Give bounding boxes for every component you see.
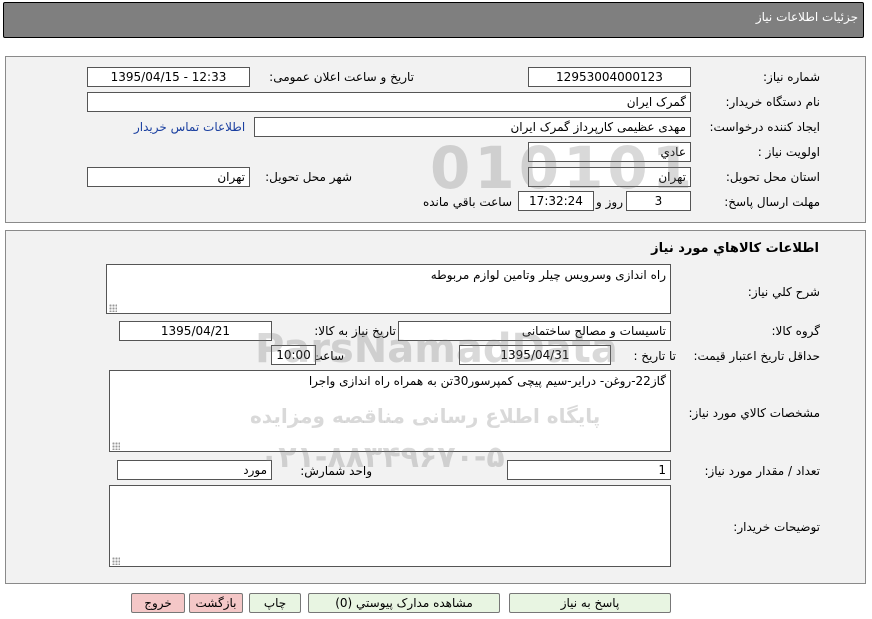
spec-textarea[interactable]: گاز22-روغن- درایر-سیم پیچی کمپرسور30تن ب… xyxy=(109,370,671,452)
need-date-label: تاریخ نیاز به کالا: xyxy=(314,324,396,338)
spec-text: گاز22-روغن- درایر-سیم پیچی کمپرسور30تن ب… xyxy=(308,374,666,388)
unit-label: واحد شمارش: xyxy=(300,464,372,478)
validity-label: حداقل تاریخ اعتبار قیمت: xyxy=(693,349,820,363)
announce-date-label: تاریخ و ساعت اعلان عمومی: xyxy=(269,70,414,84)
need-date-field: 1395/04/21 xyxy=(119,321,272,341)
buyer-field: گمرک ایران xyxy=(87,92,691,112)
priority-field: عادي xyxy=(528,142,691,162)
print-button[interactable]: چاپ xyxy=(249,593,301,613)
creator-label: ایجاد کننده درخواست: xyxy=(709,120,820,134)
group-label: گروه کالا: xyxy=(771,324,821,338)
to-date-label: تا تاریخ : xyxy=(633,349,676,363)
city-field: تهران xyxy=(87,167,250,187)
deadline-time-field: 17:32:24 xyxy=(518,191,594,211)
page-header xyxy=(3,2,864,38)
buyer-label: نام دستگاه خریدار: xyxy=(725,95,821,109)
to-date-field: 1395/04/31 xyxy=(459,345,611,365)
creator-field: مهدی عظیمی کارپرداز گمرک ایران xyxy=(254,117,691,137)
group-field: تاسیسات و مصالح ساختمانی xyxy=(398,321,671,341)
resize-grip-icon[interactable] xyxy=(109,304,117,312)
qty-label: تعداد / مقدار مورد نیاز: xyxy=(704,464,820,478)
days-word: روز و xyxy=(596,195,623,209)
need-number-field: 12953004000123 xyxy=(528,67,691,87)
qty-field: 1 xyxy=(507,460,671,480)
deadline-label: مهلت ارسال پاسخ: xyxy=(724,195,820,209)
priority-label: اولویت نیاز : xyxy=(757,145,820,159)
exit-button[interactable]: خروج xyxy=(131,593,185,613)
unit-field: مورد xyxy=(117,460,272,480)
buyer-notes-textarea[interactable] xyxy=(109,485,671,567)
deadline-days-field: 3 xyxy=(626,191,691,211)
attachments-button[interactable]: مشاهده مدارک پیوستي (0) xyxy=(308,593,500,613)
resize-grip-icon[interactable] xyxy=(112,442,120,450)
buyer-contact-link[interactable]: اطلاعات تماس خریدار xyxy=(134,120,245,134)
time-field: 10:00 xyxy=(271,345,316,365)
city-label: شهر محل تحویل: xyxy=(265,170,352,184)
province-label: استان محل تحویل: xyxy=(725,170,820,184)
buyer-notes-label: توضیحات خریدار: xyxy=(733,520,820,534)
need-number-label: شماره نیاز: xyxy=(763,70,820,84)
spec-label: مشخصات کالاي مورد نياز: xyxy=(688,406,820,420)
remaining-text: ساعت باقي مانده xyxy=(422,195,512,209)
desc-textarea[interactable]: راه اندازی وسرویس چیلر وتامین لوازم مربو… xyxy=(106,264,671,314)
desc-label: شرح کلي نياز: xyxy=(747,285,820,299)
announce-date-field: 1395/04/15 - 12:33 xyxy=(87,67,250,87)
back-button[interactable]: بازگشت xyxy=(189,593,243,613)
resize-grip-icon[interactable] xyxy=(112,557,120,565)
province-field: تهران xyxy=(528,167,691,187)
desc-text: راه اندازی وسرویس چیلر وتامین لوازم مربو… xyxy=(430,268,666,282)
goods-section-title: اطلاعات کالاهاي مورد نياز xyxy=(651,241,819,256)
reply-button[interactable]: پاسخ به نیاز xyxy=(509,593,671,613)
page-title: جزئیات اطلاعات نیاز xyxy=(755,10,858,24)
